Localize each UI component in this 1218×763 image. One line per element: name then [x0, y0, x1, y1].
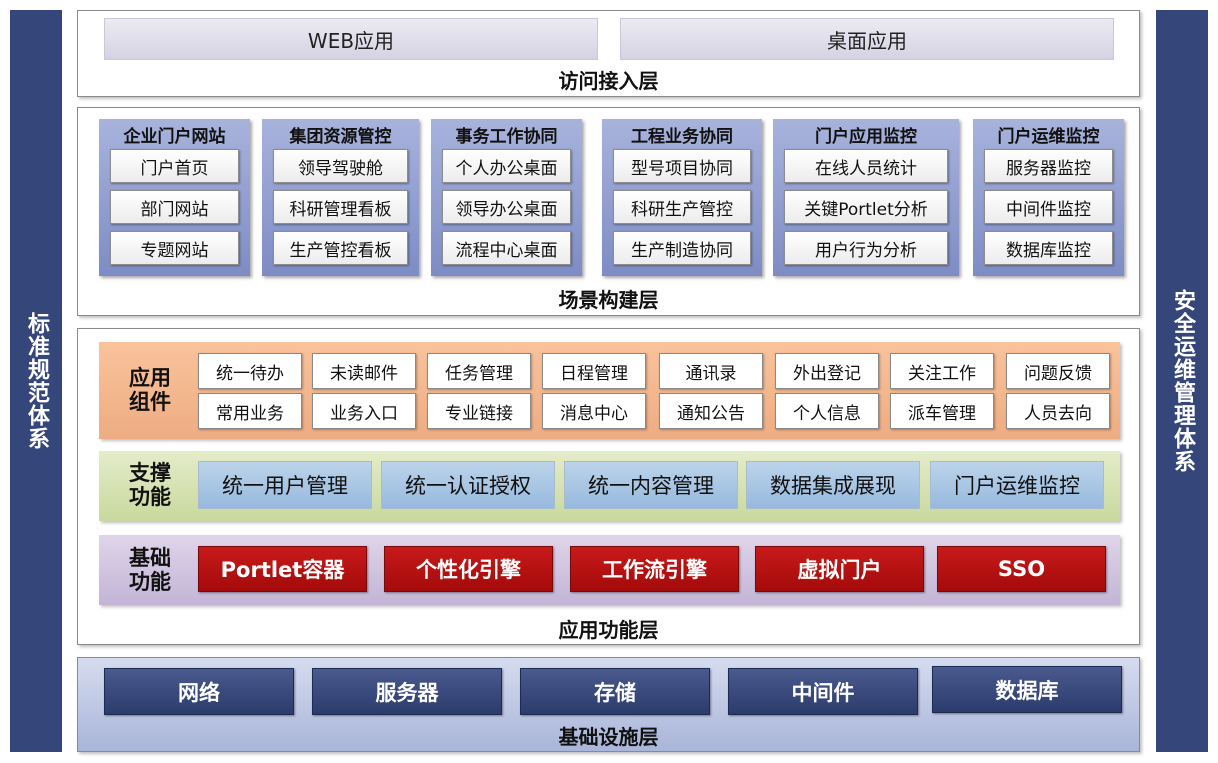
scene-item: 部门网站 [110, 190, 239, 224]
left-sidebar-standards: 标准规范体系 [10, 10, 62, 752]
left-sidebar-label: 标准规范体系 [24, 312, 49, 450]
components-band: 应用 组件 统一待办 未读邮件 任务管理 日程管理 通讯录 外出登记 关注工作 … [99, 342, 1120, 439]
scene-group-title: 企业门户网站 [123, 127, 226, 147]
desktop-app-label: 桌面应用 [827, 28, 907, 53]
scene-item: 专题网站 [110, 231, 239, 265]
basic-item: 虚拟门户 [755, 546, 924, 592]
support-label-line1: 支撑 [129, 461, 171, 485]
components-label-line1: 应用 [129, 366, 171, 390]
basic-label: 基础 功能 [129, 546, 171, 594]
scene-group-resources: 集团资源管控 领导驾驶舱 科研管理看板 生产管控看板 [262, 119, 419, 276]
basic-item: Portlet容器 [198, 546, 367, 592]
scene-group-affairs: 事务工作协同 个人办公桌面 领导办公桌面 流程中心桌面 [431, 119, 582, 276]
infra-item: 存储 [520, 668, 710, 715]
scene-item: 型号项目协同 [613, 149, 751, 183]
scene-group-app-monitor: 门户应用监控 在线人员统计 关键Portlet分析 用户行为分析 [773, 119, 959, 276]
scene-item: 领导驾驶舱 [273, 149, 408, 183]
scene-item: 数据库监控 [984, 231, 1113, 265]
component-chip: 外出登记 [775, 353, 879, 389]
component-chip: 关注工作 [890, 353, 994, 389]
support-item: 门户运维监控 [930, 461, 1104, 509]
function-layer-panel: 应用 组件 统一待办 未读邮件 任务管理 日程管理 通讯录 外出登记 关注工作 … [77, 328, 1140, 645]
scene-item: 服务器监控 [984, 149, 1113, 183]
infra-layer-title: 基础设施层 [558, 725, 659, 749]
support-item: 统一内容管理 [564, 461, 738, 509]
web-app-label: WEB应用 [307, 28, 395, 53]
component-chip: 未读邮件 [312, 353, 416, 389]
access-layer-panel: WEB应用 桌面应用 访问接入层 [77, 10, 1140, 97]
desktop-app-tab: 桌面应用 [620, 18, 1114, 60]
support-label-line2: 功能 [129, 485, 171, 509]
scene-group-title: 集团资源管控 [289, 127, 392, 147]
web-app-tab: WEB应用 [104, 18, 598, 60]
scene-item: 关键Portlet分析 [784, 190, 948, 224]
components-label-line2: 组件 [129, 390, 171, 414]
component-chip: 业务入口 [312, 393, 416, 429]
scene-item: 科研管理看板 [273, 190, 408, 224]
right-sidebar-label: 安全运维管理体系 [1170, 289, 1195, 473]
infra-item: 服务器 [312, 668, 502, 715]
right-sidebar-security: 安全运维管理体系 [1156, 10, 1208, 752]
infra-layer-panel: 网络 服务器 存储 中间件 数据库 基础设施层 [77, 657, 1140, 752]
support-label: 支撑 功能 [129, 461, 171, 509]
basic-band: 基础 功能 Portlet容器 个性化引擎 工作流引擎 虚拟门户 SSO [99, 535, 1120, 605]
component-chip: 派车管理 [890, 393, 994, 429]
scene-item: 门户首页 [110, 149, 239, 183]
infra-item: 网络 [104, 668, 294, 715]
scene-item: 科研生产管控 [613, 190, 751, 224]
scene-group-portal: 企业门户网站 门户首页 部门网站 专题网站 [99, 119, 250, 276]
component-chip: 消息中心 [542, 393, 646, 429]
scene-group-title: 工程业务协同 [631, 127, 733, 147]
components-label: 应用 组件 [129, 366, 171, 414]
component-chip: 通讯录 [659, 353, 763, 389]
scene-item: 中间件监控 [984, 190, 1113, 224]
scene-layer-panel: 企业门户网站 门户首页 部门网站 专题网站 集团资源管控 领导驾驶舱 科研管理看… [77, 107, 1140, 316]
component-chip: 个人信息 [775, 393, 879, 429]
basic-item: 个性化引擎 [384, 546, 553, 592]
access-layer-title: 访问接入层 [558, 69, 659, 93]
scene-item: 流程中心桌面 [442, 231, 571, 265]
component-chip: 日程管理 [542, 353, 646, 389]
scene-group-ops-monitor: 门户运维监控 服务器监控 中间件监控 数据库监控 [973, 119, 1124, 276]
function-layer-title: 应用功能层 [558, 618, 659, 642]
scene-item: 在线人员统计 [784, 149, 948, 183]
basic-label-line1: 基础 [129, 546, 171, 570]
component-chip: 通知公告 [659, 393, 763, 429]
scene-group-title: 门户应用监控 [815, 127, 917, 147]
basic-item: 工作流引擎 [570, 546, 739, 592]
component-chip: 常用业务 [198, 393, 302, 429]
scene-layer-title: 场景构建层 [558, 288, 659, 312]
support-item: 统一用户管理 [198, 461, 372, 509]
component-chip: 专业链接 [427, 393, 531, 429]
scene-item: 个人办公桌面 [442, 149, 571, 183]
component-chip: 问题反馈 [1006, 353, 1110, 389]
basic-item: SSO [937, 546, 1106, 592]
scene-item: 生产管控看板 [273, 231, 408, 265]
scene-item: 用户行为分析 [784, 231, 948, 265]
component-chip: 任务管理 [427, 353, 531, 389]
infra-item: 中间件 [728, 668, 918, 715]
scene-group-title: 事务工作协同 [455, 127, 558, 147]
component-chip: 统一待办 [198, 353, 302, 389]
support-item: 数据集成展现 [746, 461, 920, 509]
basic-label-line2: 功能 [129, 570, 171, 594]
support-item: 统一认证授权 [381, 461, 555, 509]
scene-item: 生产制造协同 [613, 231, 751, 265]
scene-group-title: 门户运维监控 [997, 127, 1100, 147]
infra-item: 数据库 [932, 666, 1122, 713]
scene-group-engineering: 工程业务协同 型号项目协同 科研生产管控 生产制造协同 [602, 119, 762, 276]
component-chip: 人员去向 [1006, 393, 1110, 429]
support-band: 支撑 功能 统一用户管理 统一认证授权 统一内容管理 数据集成展现 门户运维监控 [99, 451, 1120, 521]
scene-item: 领导办公桌面 [442, 190, 571, 224]
